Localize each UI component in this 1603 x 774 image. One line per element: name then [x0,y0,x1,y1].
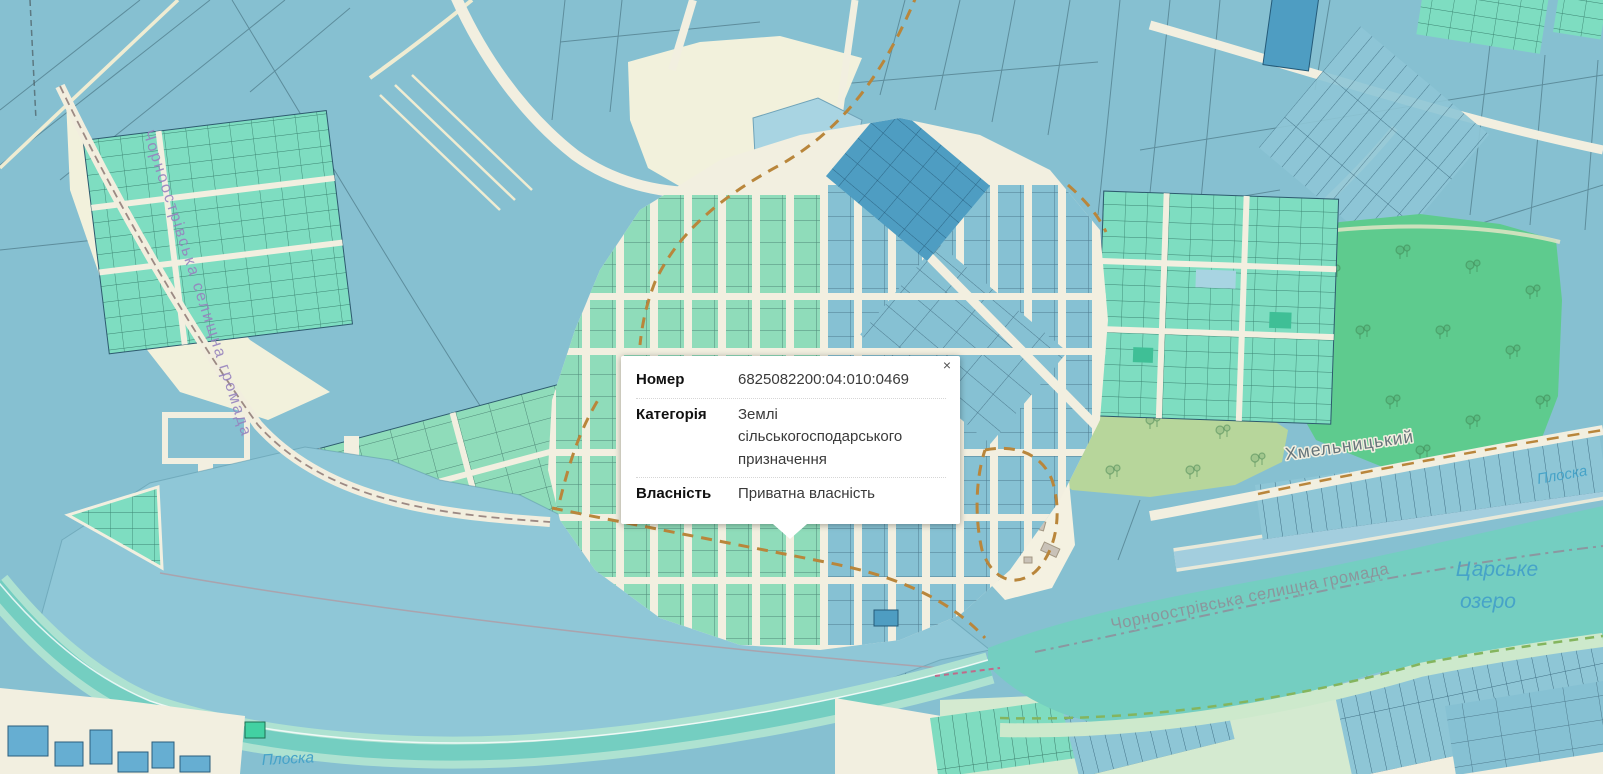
parcel-ownership-value: Приватна власність [723,483,875,506]
popup-row-category: Категорія Землі сільськогосподарського п… [636,398,946,478]
parcel-info-popup: × Номер 6825082200:04:010:0469 Категорія… [621,356,960,524]
parcel-number-value: 6825082200:04:010:0469 [723,369,909,392]
parcel-category-value: Землі сільськогосподарського призначення [723,404,946,472]
river-label-bottom: Плоска [261,749,314,769]
lake-label-line1: Царське [1456,558,1538,581]
cadastral-map-app: Чорноострівська селищна громада Хмельниц… [0,0,1603,774]
popup-row-label: Власність [636,483,723,506]
close-icon[interactable]: × [943,358,951,372]
popup-row-label: Категорія [636,404,723,427]
lake-label-line2: озеро [1460,590,1516,613]
popup-row-number: Номер 6825082200:04:010:0469 [636,364,946,398]
mint-cluster-right [1096,191,1339,424]
popup-row-label: Номер [636,369,723,392]
popup-row-ownership: Власність Приватна власність [636,477,946,512]
